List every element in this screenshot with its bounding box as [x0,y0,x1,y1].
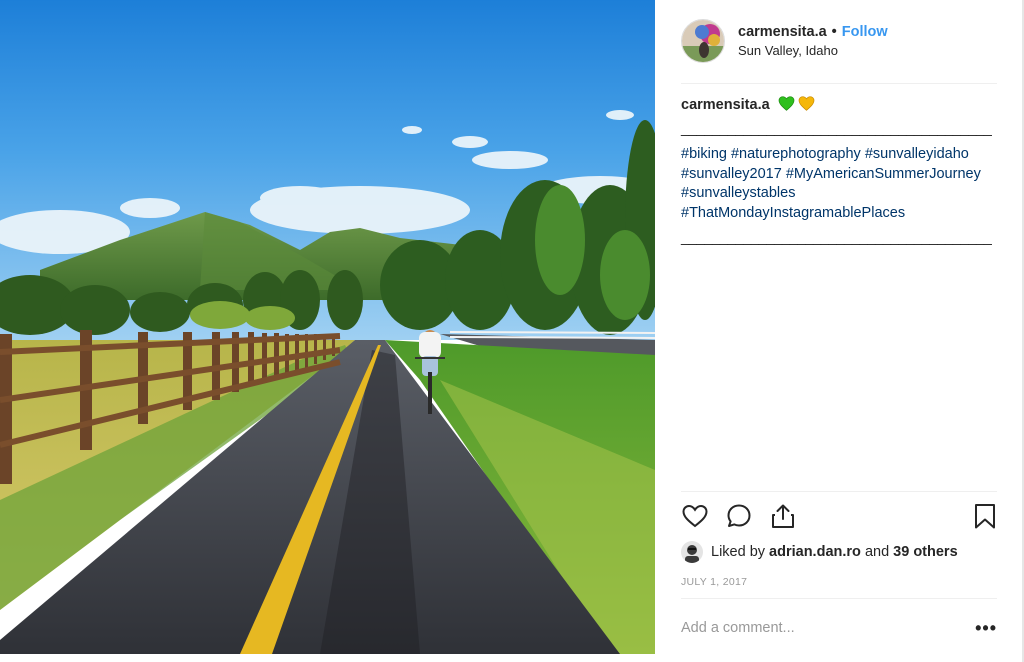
likes-others-link[interactable]: 39 others [893,544,957,560]
hashtag-link[interactable]: #sunvalleystables [681,185,795,201]
comment-input[interactable] [681,620,961,636]
caption-username[interactable]: carmensita.a [681,96,770,116]
liker-username-link[interactable]: adrian.dan.ro [769,544,861,560]
more-options-icon[interactable]: ••• [975,618,997,639]
comment-form: ••• [681,615,997,641]
liker-avatar[interactable] [681,541,703,563]
header-divider [681,83,997,84]
caption-separator-top: ________________________________________ [681,120,992,137]
caption-separator-bottom: ________________________________________ [681,230,992,246]
likes-middle: and [864,544,890,560]
post-photo[interactable] [0,0,655,654]
hashtag-link[interactable]: #sunvalley2017 [681,166,782,182]
separator-dot: • [831,24,837,40]
location-link[interactable]: Sun Valley, Idaho [738,43,888,58]
hashtag-link[interactable]: #biking [681,146,727,162]
green-heart-icon [778,96,795,111]
heart-icon[interactable] [681,502,709,530]
hashtag-list: #biking #naturephotography #sunvalleyida… [681,145,997,223]
bookmark-icon[interactable] [971,502,999,530]
comment-divider [681,598,997,599]
follow-button[interactable]: Follow [842,24,888,40]
yellow-heart-icon [798,96,815,111]
likes-summary: Liked by adrian.dan.ro and 39 others [681,541,958,563]
share-icon[interactable] [769,502,797,530]
post-sidebar: carmensita.a • Follow Sun Valley, Idaho … [655,0,1024,662]
hashtag-link[interactable]: #MyAmericanSummerJourney [786,166,981,182]
comment-icon[interactable] [725,502,753,530]
actions-divider [681,491,997,492]
hashtag-link[interactable]: #sunvalleyidaho [865,146,969,162]
caption-emojis [778,96,815,111]
bottom-whitespace [0,654,655,662]
username-link[interactable]: carmensita.a [738,24,827,40]
post-actions [681,502,997,532]
avatar[interactable] [681,19,725,63]
hashtag-link[interactable]: #naturephotography [731,146,861,162]
post-header: carmensita.a • Follow Sun Valley, Idaho [681,18,997,64]
likes-prefix: Liked by [711,544,766,560]
post-date[interactable]: July 1, 2017 [681,576,747,588]
photo-landscape-biking [0,0,655,654]
caption: carmensita.a ___________________________… [681,96,997,249]
hashtag-link[interactable]: #ThatMondayInstagramablePlaces [681,205,905,221]
